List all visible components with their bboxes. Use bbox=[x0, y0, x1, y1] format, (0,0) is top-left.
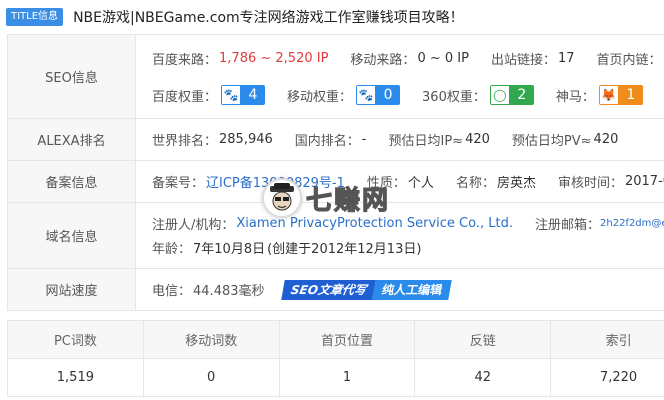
daily-pv: 预估日均PV≈ 420 bbox=[511, 132, 619, 149]
daily-ip: 预估日均IP≈ 420 bbox=[388, 132, 490, 149]
seo-content: 百度来路： 1,786 ~ 2,520 IP 移动来路： 0 ~ 0 IP 出站… bbox=[135, 34, 664, 119]
email-link[interactable]: 2h22f2dm@ename bbox=[600, 218, 664, 229]
baidu-traffic: 百度来路： 1,786 ~ 2,520 IP bbox=[152, 50, 329, 68]
outlinks: 出站链接： 17 bbox=[490, 50, 575, 68]
mobile-traffic-value: 0 ~ 0 IP bbox=[417, 50, 469, 66]
seo-weight-line: 百度权重： 🐾 4 移动权重： 🐾 0 360权重： ◯ 2 神马： 🦊 1 bbox=[152, 84, 664, 106]
home-inlinks: 首页内链： 403 bbox=[597, 49, 664, 68]
telecom-speed: 电信： 44.483毫秒 bbox=[152, 284, 265, 299]
icp-name: 名称： 房英杰 bbox=[455, 176, 536, 191]
stats-table: PC词数 移动词数 首页位置 反链 索引 1,519 0 1 42 7,220 bbox=[7, 320, 664, 397]
domain-label: 域名信息 bbox=[7, 202, 136, 269]
stats-backlinks[interactable]: 42 bbox=[414, 358, 552, 397]
domain-age: 年龄： 7年10月8日 (创建于2012年12月13日) bbox=[152, 238, 421, 257]
weight-360: 360权重： ◯ 2 bbox=[422, 85, 534, 105]
stats-value-row: 1,519 0 1 42 7,220 bbox=[7, 358, 664, 397]
title-bar: TITLE信息 NBE游戏|NBEGame.com专注网络游戏工作室赚钱项目攻略… bbox=[0, 0, 664, 34]
stats-header-row: PC词数 移动词数 首页位置 反链 索引 bbox=[7, 320, 664, 359]
mobile-traffic: 移动来路： 0 ~ 0 IP bbox=[350, 50, 469, 68]
outlinks-value[interactable]: 17 bbox=[558, 51, 575, 66]
domain-created: (创建于2012年12月13日) bbox=[267, 242, 422, 257]
weight-360-badge[interactable]: ◯ 2 bbox=[489, 85, 534, 105]
alexa-label: ALEXA排名 bbox=[7, 118, 136, 161]
icp-nature: 性质： 个人 bbox=[366, 176, 434, 191]
registrant: 注册人/机构： Xiamen PrivacyProtection Service… bbox=[152, 216, 513, 233]
ad-seo-writing: SEO文章代写 bbox=[280, 279, 376, 300]
icp-review-time: 审核时间： 2017-07-14 bbox=[557, 174, 664, 191]
icp-number: 备案号： 辽ICP备13000829号-1 bbox=[152, 172, 345, 191]
icp-label: 备案信息 bbox=[7, 160, 136, 203]
seo-row: SEO信息 百度来路： 1,786 ~ 2,520 IP 移动来路： 0 ~ 0… bbox=[7, 34, 664, 119]
stats-pc-words[interactable]: 1,519 bbox=[7, 358, 144, 397]
seo-label: SEO信息 bbox=[7, 34, 136, 119]
shenma-weight: 神马： 🦊 1 bbox=[556, 85, 643, 105]
icp-content: 备案号： 辽ICP备13000829号-1 性质： 个人 名称： 房英杰 审核时… bbox=[135, 160, 664, 203]
domain-content: 注册人/机构： Xiamen PrivacyProtection Service… bbox=[135, 202, 664, 269]
baidu-weight-badge[interactable]: 🐾 4 bbox=[221, 85, 266, 105]
stats-header-home-position: 首页位置 bbox=[278, 320, 416, 359]
speed-label: 网站速度 bbox=[7, 268, 136, 311]
stats-header-pc-words: PC词数 bbox=[7, 320, 144, 359]
baidu-traffic-value[interactable]: 1,786 ~ 2,520 IP bbox=[219, 51, 328, 66]
domestic-rank: 国内排名： - bbox=[294, 132, 367, 149]
page-title: NBE游戏|NBEGame.com专注网络游戏工作室赚钱项目攻略！ bbox=[73, 10, 464, 26]
world-rank: 世界排名： 285,946 bbox=[152, 132, 273, 149]
registrant-email: 注册邮箱： 2h22f2dm@ename bbox=[535, 214, 664, 233]
shenma-badge[interactable]: 🦊 1 bbox=[598, 85, 643, 105]
stats-header-index: 索引 bbox=[550, 320, 664, 359]
ring-icon: ◯ bbox=[489, 85, 510, 105]
stats-mobile-words[interactable]: 0 bbox=[142, 358, 280, 397]
seo-writing-ad-banner[interactable]: SEO文章代写 纯人工编辑 bbox=[280, 279, 452, 300]
stats-index[interactable]: 7,220 bbox=[550, 358, 664, 397]
ad-manual-editing: 纯人工编辑 bbox=[371, 279, 452, 300]
icp-number-link[interactable]: 辽ICP备13000829号-1 bbox=[206, 172, 345, 191]
paw-icon: 🐾 bbox=[221, 85, 242, 105]
stats-home-position: 1 bbox=[278, 358, 416, 397]
mobile-weight-badge[interactable]: 🐾 0 bbox=[356, 85, 401, 105]
icp-row: 备案信息 备案号： 辽ICP备13000829号-1 性质： 个人 名称： 房英… bbox=[7, 160, 664, 203]
shenma-icon: 🦊 bbox=[598, 85, 619, 105]
stats-header-backlinks: 反链 bbox=[414, 320, 552, 359]
paw-icon: 🐾 bbox=[356, 85, 377, 105]
registrant-link[interactable]: Xiamen PrivacyProtection Service Co., Lt… bbox=[236, 216, 513, 231]
seo-info-table: SEO信息 百度来路： 1,786 ~ 2,520 IP 移动来路： 0 ~ 0… bbox=[7, 34, 664, 311]
stats-header-mobile-words: 移动词数 bbox=[142, 320, 280, 359]
speed-row: 网站速度 电信： 44.483毫秒 SEO文章代写 纯人工编辑 bbox=[7, 268, 664, 311]
title-tag: TITLE信息 bbox=[6, 8, 64, 26]
domain-row: 域名信息 注册人/机构： Xiamen PrivacyProtection Se… bbox=[7, 202, 664, 269]
mobile-weight: 移动权重： 🐾 0 bbox=[287, 85, 401, 105]
alexa-row: ALEXA排名 世界排名： 285,946 国内排名： - 预估日均IP≈ 42… bbox=[7, 118, 664, 161]
baidu-weight: 百度权重： 🐾 4 bbox=[152, 85, 266, 105]
speed-content: 电信： 44.483毫秒 SEO文章代写 纯人工编辑 bbox=[135, 268, 664, 311]
seo-traffic-line: 百度来路： 1,786 ~ 2,520 IP 移动来路： 0 ~ 0 IP 出站… bbox=[152, 47, 664, 69]
alexa-content: 世界排名： 285,946 国内排名： - 预估日均IP≈ 420 预估日均PV… bbox=[135, 118, 664, 161]
